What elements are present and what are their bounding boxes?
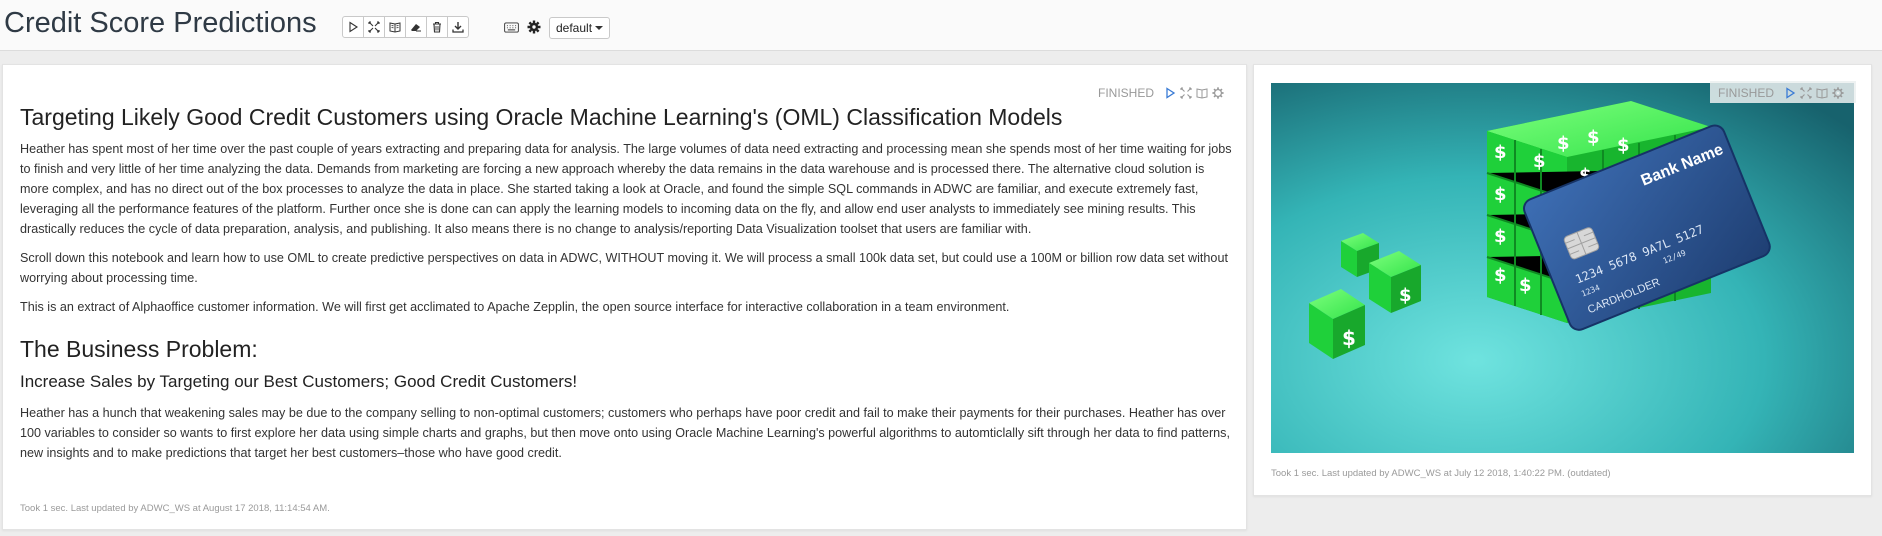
image-paragraph-controls: FINISHED: [1718, 86, 1844, 100]
svg-text:$: $: [1399, 285, 1412, 306]
trash-icon: [433, 21, 441, 33]
paragraph-status: FINISHED: [1718, 86, 1775, 100]
svg-text:$: $: [1494, 265, 1507, 286]
markdown-paragraph: FINISHED Targeting Likely Good Credit Cu…: [2, 64, 1247, 530]
paragraph-footer: Took 1 sec. Last updated by ADWC_WS at A…: [20, 503, 330, 514]
svg-text:$: $: [1557, 133, 1570, 154]
hunch-paragraph: Heather has a hunch that weakening sales…: [20, 406, 1230, 460]
paragraph-controls: FINISHED: [1098, 86, 1224, 100]
credit-card-illustration: $ $ $ $ $ $ $ $ $ $ $ Bank Name 1234 567…: [1271, 83, 1854, 453]
gear-icon: [527, 20, 541, 34]
scroll-down-paragraph: Scroll down this notebook and learn how …: [20, 251, 1228, 285]
run-icon[interactable]: [1164, 87, 1176, 99]
business-problem-heading: The Business Problem:: [20, 336, 258, 362]
show-hide-output-button[interactable]: [384, 16, 406, 38]
eraser-icon: [411, 24, 421, 32]
image-paragraph: $ $ $ $ $ $ $ $ $ $ $ Bank Name 1234 567…: [1253, 64, 1872, 496]
show-hide-code-button[interactable]: [363, 16, 385, 38]
business-problem-subheading: Increase Sales by Targeting our Best Cus…: [20, 372, 578, 391]
export-button[interactable]: [447, 16, 469, 38]
svg-text:$: $: [1494, 184, 1507, 205]
extract-paragraph: This is an extract of Alphaoffice custom…: [20, 300, 1010, 314]
notebook-toolbar: [342, 16, 469, 38]
svg-text:$: $: [1494, 142, 1507, 163]
keyboard-icon: [503, 21, 519, 33]
download-icon: [452, 22, 464, 33]
expand-icon[interactable]: [1180, 87, 1192, 99]
book-icon[interactable]: [1196, 87, 1208, 99]
notebook-header: Credit Score Predictions default: [0, 0, 1882, 51]
credit-card-image: $ $ $ $ $ $ $ $ $ $ $ Bank Name 1234 567…: [1271, 83, 1854, 453]
intro-paragraph: Heather has spent most of her time over …: [20, 142, 1232, 236]
show-hide-output-icon: [389, 22, 401, 33]
paragraph-footer: Took 1 sec. Last updated by ADWC_WS at J…: [1271, 468, 1611, 479]
clear-output-button[interactable]: [405, 16, 427, 38]
svg-text:$: $: [1617, 135, 1630, 156]
svg-text:$: $: [1587, 127, 1600, 148]
keyboard-shortcuts-button[interactable]: [503, 19, 519, 35]
notebook-title[interactable]: Credit Score Predictions: [4, 7, 317, 40]
section-title: Targeting Likely Good Credit Customers u…: [20, 104, 1063, 130]
gear-icon[interactable]: [1212, 87, 1224, 99]
notebook-mode-dropdown[interactable]: default: [549, 17, 611, 39]
svg-text:$: $: [1342, 326, 1356, 350]
run-icon[interactable]: [1784, 87, 1796, 99]
show-hide-code-icon: [368, 21, 380, 33]
chevron-down-icon: [595, 26, 604, 30]
paragraph-content: Targeting Likely Good Credit Customers u…: [20, 103, 1232, 472]
book-icon[interactable]: [1816, 87, 1828, 99]
svg-text:$: $: [1494, 226, 1507, 247]
svg-text:$: $: [1519, 275, 1532, 296]
paragraph-status: FINISHED: [1097, 86, 1154, 100]
interpreter-settings-button[interactable]: [526, 19, 542, 35]
expand-icon[interactable]: [1800, 87, 1812, 99]
run-all-icon: [349, 21, 359, 33]
notebook-mode-label: default: [556, 21, 593, 35]
svg-text:$: $: [1533, 151, 1546, 172]
gear-icon[interactable]: [1832, 87, 1844, 99]
delete-button[interactable]: [426, 16, 448, 38]
run-all-button[interactable]: [342, 16, 364, 38]
